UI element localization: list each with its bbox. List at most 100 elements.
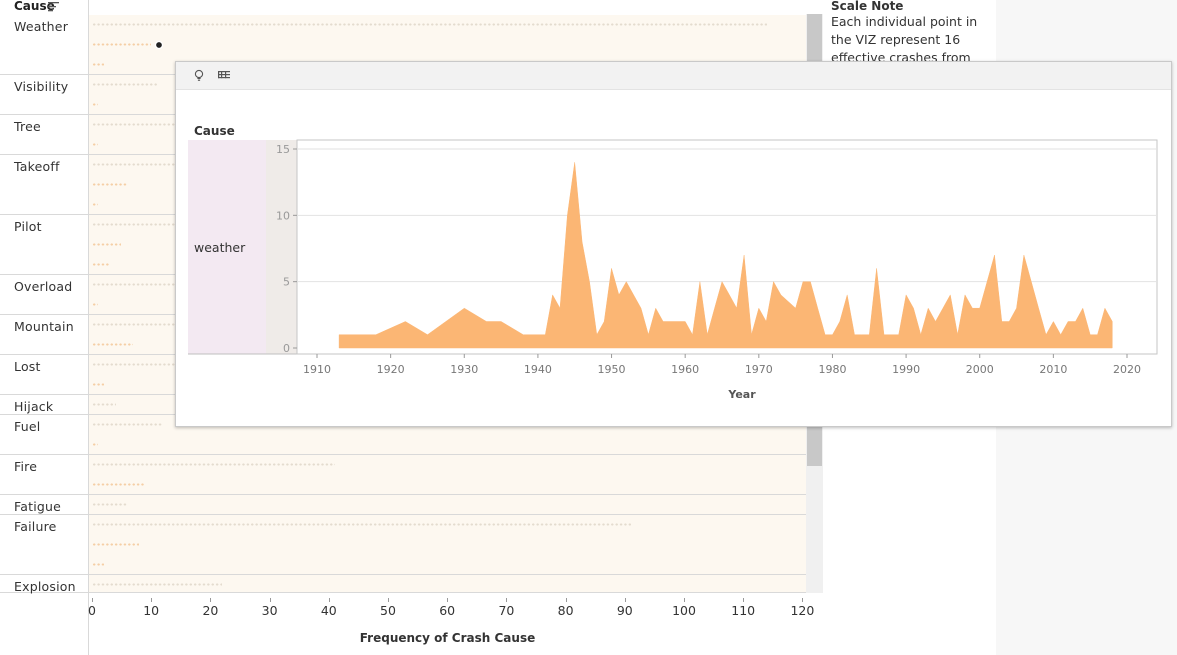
x-axis-title: Year xyxy=(727,388,756,401)
x-tick-mark xyxy=(506,598,508,602)
cause-row-label: Lost xyxy=(14,359,41,374)
dot-strip[interactable] xyxy=(91,583,223,586)
y-tick-label: 0 xyxy=(283,342,290,355)
scale-note-text: Each individual point in the VIZ represe… xyxy=(831,14,978,62)
x-tick-label: 20 xyxy=(202,603,219,618)
x-tick-label: 0 xyxy=(88,603,96,618)
x-tick-mark xyxy=(447,598,449,602)
dot-strip[interactable] xyxy=(91,83,157,86)
dot-strip[interactable] xyxy=(91,263,110,266)
x-tick-label: 90 xyxy=(616,603,633,618)
dot-strip[interactable] xyxy=(91,423,163,426)
x-tick-label: 1990 xyxy=(892,363,920,376)
row-header-cell-2 xyxy=(266,140,297,354)
dot-strip[interactable] xyxy=(91,503,128,506)
cause-row-label: Explosion xyxy=(14,579,76,594)
x-tick-label: 1910 xyxy=(303,363,331,376)
x-axis-title: Frequency of Crash Cause xyxy=(359,631,536,645)
dot-strip[interactable] xyxy=(91,383,104,386)
x-tick-label: 1960 xyxy=(671,363,699,376)
dot-strip[interactable] xyxy=(91,243,122,246)
dot-strip[interactable] xyxy=(91,363,175,366)
tooltip-row-label: weather xyxy=(194,240,246,255)
dot-strip[interactable] xyxy=(91,23,767,26)
y-tick-label: 5 xyxy=(283,276,290,289)
cause-row[interactable]: Failure xyxy=(0,515,806,575)
dot-strip[interactable] xyxy=(91,523,631,526)
x-tick-mark xyxy=(565,598,567,602)
x-tick-mark xyxy=(624,598,626,602)
x-tick-mark xyxy=(328,598,330,602)
dot-strip[interactable] xyxy=(91,143,98,146)
x-tick-label: 120 xyxy=(790,603,815,618)
x-tick-label: 110 xyxy=(731,603,756,618)
cause-row[interactable]: Explosion xyxy=(0,575,806,594)
cause-row-label: Takeoff xyxy=(14,159,60,174)
dot-strip[interactable] xyxy=(91,183,128,186)
dot-strip[interactable] xyxy=(91,483,146,486)
dot-strip[interactable] xyxy=(91,63,104,66)
x-tick-mark xyxy=(802,598,804,602)
dot-strip[interactable] xyxy=(91,343,134,346)
lightbulb-icon[interactable] xyxy=(192,69,206,82)
x-tick-label: 1940 xyxy=(524,363,552,376)
scale-note-title: Scale Note xyxy=(831,0,904,13)
dot-strip[interactable] xyxy=(91,303,98,306)
cause-row-label: Hijack xyxy=(14,399,54,414)
cause-row-label: Failure xyxy=(14,519,57,534)
x-tick-label: 40 xyxy=(320,603,337,618)
dot-strip[interactable] xyxy=(91,223,175,226)
x-tick-mark xyxy=(151,598,153,602)
dot-strip[interactable] xyxy=(91,123,175,126)
x-tick-mark xyxy=(92,598,93,602)
dot-strip[interactable] xyxy=(91,203,98,206)
x-tick-label: 1920 xyxy=(377,363,405,376)
x-tick-label: 50 xyxy=(380,603,396,618)
dot-strip[interactable] xyxy=(91,163,175,166)
y-tick-label: 10 xyxy=(276,209,290,222)
cause-header[interactable]: Cause xyxy=(0,0,102,14)
dot-strip[interactable] xyxy=(91,43,152,46)
cause-row-label: Pilot xyxy=(14,219,42,234)
cause-row-label: Mountain xyxy=(14,319,74,334)
tooltip-column-header: Cause xyxy=(194,124,235,138)
x-tick-mark xyxy=(388,598,389,602)
cause-row-label: Fire xyxy=(14,459,38,474)
tooltip-popup: Cause weather 0 5 10 15 1910 1920 1930 1940 1950 19… xyxy=(175,61,1172,427)
x-tick-label: 1930 xyxy=(450,363,478,376)
x-tick-label: 70 xyxy=(498,603,515,618)
x-tick-mark xyxy=(210,598,212,602)
dot-strip[interactable] xyxy=(91,283,175,286)
x-tick-label: 2020 xyxy=(1113,363,1141,376)
dot-strip[interactable] xyxy=(91,463,335,466)
x-tick-label: 30 xyxy=(261,603,278,618)
dot-strip[interactable] xyxy=(91,103,98,106)
dot-strip[interactable] xyxy=(91,323,175,326)
sort-icon[interactable] xyxy=(48,1,60,12)
scale-note: Scale Note Each individual point in the … xyxy=(831,0,991,62)
dot-strip[interactable] xyxy=(91,403,116,406)
tooltip-toolbar xyxy=(176,62,1171,90)
cause-row-label: Overload xyxy=(14,279,73,294)
tooltip-area-chart: Cause weather 0 5 10 15 1910 1920 1930 1940 1950 19… xyxy=(188,124,1158,401)
x-tick-mark xyxy=(684,598,685,602)
cause-row[interactable]: Fatigue xyxy=(0,495,806,515)
x-tick-label: 1980 xyxy=(818,363,846,376)
data-list-icon[interactable] xyxy=(217,69,231,82)
x-tick-mark xyxy=(743,598,745,602)
x-tick-label: 60 xyxy=(439,603,456,618)
x-tick-label: 100 xyxy=(672,603,696,618)
selected-point-icon[interactable] xyxy=(154,40,164,50)
row-band xyxy=(89,495,806,514)
dot-strip[interactable] xyxy=(91,563,104,566)
x-tick-label: 2010 xyxy=(1039,363,1067,376)
x-tick-label: 1970 xyxy=(745,363,773,376)
cause-row[interactable]: Fire xyxy=(0,455,806,495)
cause-row-label: Weather xyxy=(14,19,69,34)
cause-row-label: Fatigue xyxy=(14,499,62,514)
x-tick-mark xyxy=(269,598,271,602)
x-tick-label: 10 xyxy=(143,603,160,618)
dot-strip[interactable] xyxy=(91,443,98,446)
dot-strip[interactable] xyxy=(91,543,140,546)
cause-row-label: Fuel xyxy=(14,419,41,434)
